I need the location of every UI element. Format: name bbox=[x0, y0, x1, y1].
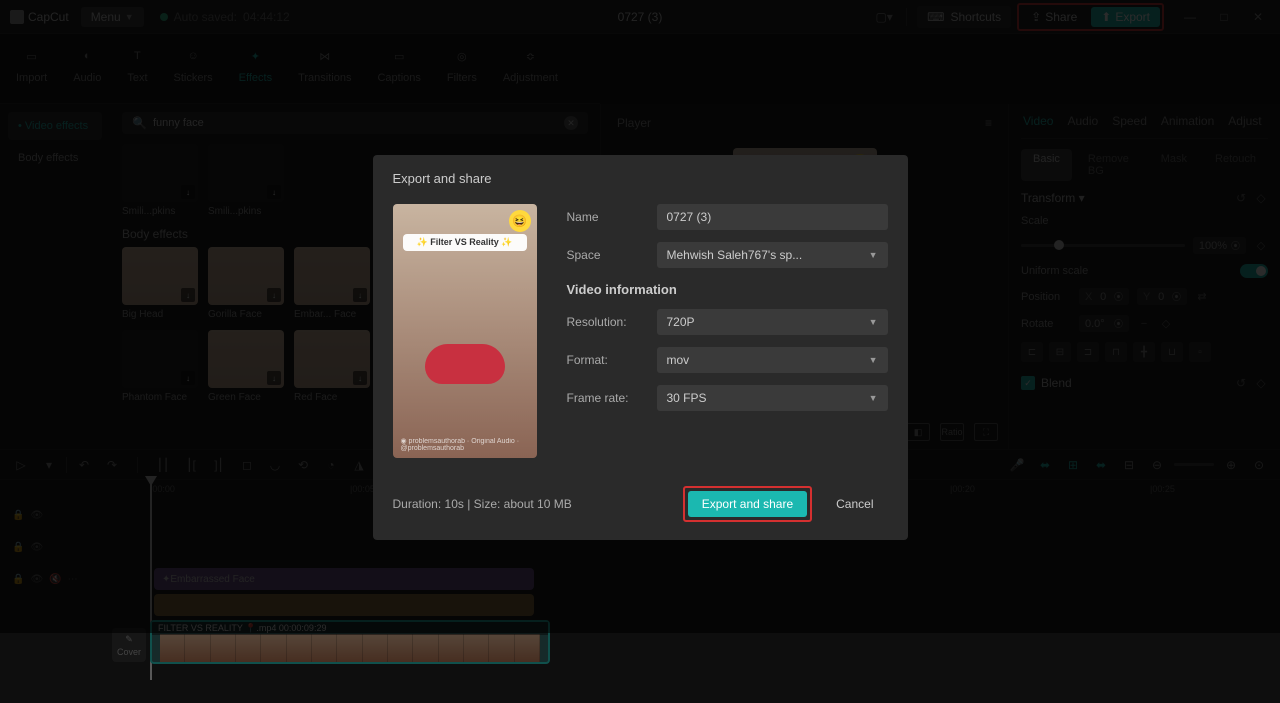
chevron-down-icon: ▼ bbox=[869, 317, 878, 327]
space-select[interactable]: Mehwish Saleh767's sp...▼ bbox=[657, 242, 888, 268]
cover-button[interactable]: ✎Cover bbox=[112, 628, 146, 662]
duration-size-text: Duration: 10s | Size: about 10 MB bbox=[393, 497, 572, 511]
chevron-down-icon: ▼ bbox=[869, 393, 878, 403]
emoji-icon: 😆 bbox=[509, 210, 531, 232]
name-input[interactable] bbox=[657, 204, 888, 230]
export-preview: 😆 ✨ Filter VS Reality ✨ ◉ problemsauthor… bbox=[393, 204, 537, 458]
chevron-down-icon: ▼ bbox=[869, 355, 878, 365]
edit-icon: ✎ bbox=[125, 634, 133, 645]
resolution-select[interactable]: 720P▼ bbox=[657, 309, 888, 335]
dialog-title: Export and share bbox=[393, 171, 888, 186]
export-share-highlight: Export and share bbox=[683, 486, 812, 522]
resolution-label: Resolution: bbox=[567, 315, 657, 329]
name-label: Name bbox=[567, 210, 657, 224]
cancel-button[interactable]: Cancel bbox=[822, 491, 887, 517]
framerate-label: Frame rate: bbox=[567, 391, 657, 405]
format-label: Format: bbox=[567, 353, 657, 367]
space-label: Space bbox=[567, 248, 657, 262]
dialog-overlay: Export and share 😆 ✨ Filter VS Reality ✨… bbox=[0, 0, 1280, 633]
preview-overlay-text: ✨ Filter VS Reality ✨ bbox=[403, 234, 527, 251]
format-select[interactable]: mov▼ bbox=[657, 347, 888, 373]
video-info-header: Video information bbox=[567, 282, 888, 297]
face-distortion bbox=[425, 344, 505, 384]
framerate-select[interactable]: 30 FPS▼ bbox=[657, 385, 888, 411]
export-dialog: Export and share 😆 ✨ Filter VS Reality ✨… bbox=[373, 155, 908, 540]
chevron-down-icon: ▼ bbox=[869, 250, 878, 260]
export-and-share-button[interactable]: Export and share bbox=[688, 491, 807, 517]
